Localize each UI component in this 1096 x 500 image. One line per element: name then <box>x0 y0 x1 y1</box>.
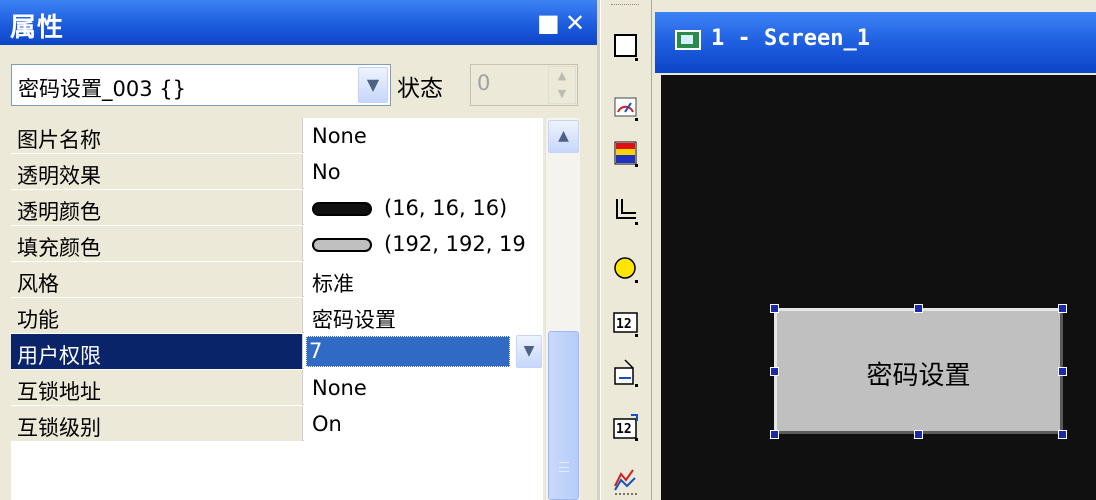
numeric-input-icon[interactable]: 12 <box>613 412 639 442</box>
property-row-transparent-color[interactable]: 透明颜色 (16, 16, 16) <box>11 190 543 225</box>
properties-title-bar[interactable]: 属性 ■ ✕ <box>0 0 597 45</box>
property-name: 透明效果 <box>17 164 101 188</box>
scrollbar-thumb[interactable] <box>548 331 579 500</box>
property-row-fill-color[interactable]: 填充颜色 (192, 192, 19 <box>11 226 543 261</box>
property-value: None <box>312 124 367 148</box>
properties-body: 密码设置_003 {} ▼ 状态 0 ▲ ▼ 图片名称 None 透明效果 No… <box>8 45 588 500</box>
lamp-icon[interactable] <box>613 254 639 284</box>
gauge-icon[interactable] <box>613 92 639 122</box>
property-name: 互锁地址 <box>17 380 101 404</box>
resize-handle-left[interactable] <box>770 367 779 376</box>
property-row-interlock-level[interactable]: 互锁级别 On <box>11 406 543 441</box>
spin-up-icon[interactable]: ▲ <box>549 67 575 85</box>
property-name: 互锁级别 <box>17 416 101 440</box>
spinner-buttons[interactable]: ▲ ▼ <box>548 66 576 104</box>
button-label: 密码设置 <box>866 361 971 391</box>
color-swatch[interactable] <box>312 202 372 216</box>
screen-title: 1 - Screen_1 <box>711 26 870 51</box>
svg-text:12: 12 <box>616 422 632 437</box>
color-swatch[interactable] <box>312 238 372 252</box>
property-value: (192, 192, 19 <box>384 232 526 256</box>
resize-handle-bottom-left[interactable] <box>770 430 779 439</box>
toolbar-grip[interactable] <box>611 4 639 8</box>
property-value: 7 <box>309 339 323 363</box>
property-row-function[interactable]: 功能 密码设置 <box>11 298 543 333</box>
properties-panel: 属性 ■ ✕ 密码设置_003 {} ▼ 状态 0 ▲ ▼ 图片名称 None … <box>0 0 597 500</box>
property-grid: 图片名称 None 透明效果 No 透明颜色 (16, 16, 16) 填充颜色… <box>11 118 543 500</box>
trend-graph-icon[interactable] <box>613 466 639 496</box>
property-row-user-permission[interactable]: 用户权限 7 ▼ <box>11 334 543 369</box>
property-name: 用户权限 <box>17 344 101 368</box>
resize-handle-right[interactable] <box>1058 367 1067 376</box>
property-value: None <box>312 376 367 400</box>
property-grid-scrollbar[interactable]: ▲ <box>545 118 580 500</box>
state-value: 0 <box>477 71 491 95</box>
property-value: 密码设置 <box>312 308 396 332</box>
permission-dropdown-value[interactable]: 7 <box>306 336 510 367</box>
screen-editor-window: 1 - Screen_1 密码设置 <box>652 0 1096 500</box>
resize-handle-top[interactable] <box>914 304 923 313</box>
property-value: On <box>312 412 342 436</box>
spin-down-icon[interactable]: ▼ <box>549 85 575 103</box>
properties-title: 属性 <box>10 13 65 43</box>
property-name: 风格 <box>17 272 59 296</box>
property-value: No <box>312 160 341 184</box>
property-row-interlock-address[interactable]: 互锁地址 None <box>11 370 543 405</box>
grip-icon <box>559 462 569 472</box>
app-window: { "properties_panel": { "title": "属性", "… <box>0 0 1096 500</box>
chevron-down-icon[interactable]: ▼ <box>358 67 388 103</box>
resize-handle-bottom-right[interactable] <box>1058 430 1067 439</box>
property-name: 功能 <box>17 308 59 332</box>
numeric-display-icon[interactable]: 12 <box>613 308 639 338</box>
property-value: (16, 16, 16) <box>384 196 508 220</box>
scroll-up-icon[interactable]: ▲ <box>548 120 579 153</box>
property-name: 透明颜色 <box>17 200 101 224</box>
property-value: 标准 <box>312 272 354 296</box>
property-row-transparent-effect[interactable]: 透明效果 No <box>11 154 543 189</box>
property-name: 填充颜色 <box>17 236 101 260</box>
screen-canvas[interactable]: 密码设置 <box>661 75 1096 500</box>
resize-handle-bottom[interactable] <box>914 430 923 439</box>
object-selector-combo[interactable]: 密码设置_003 {} ▼ <box>11 64 391 106</box>
screen-icon <box>675 30 701 50</box>
pipe-icon[interactable] <box>613 196 639 226</box>
password-setting-button[interactable]: 密码设置 <box>774 308 1063 434</box>
property-row-image-name[interactable]: 图片名称 None <box>11 118 543 153</box>
object-selector-value: 密码设置_003 {} <box>18 77 186 101</box>
screen-title-bar[interactable]: 1 - Screen_1 <box>655 12 1096 73</box>
close-icon[interactable]: ✕ <box>565 11 585 35</box>
bar-graph-icon[interactable] <box>613 138 639 168</box>
object-toolbar: 12 12 <box>600 0 652 500</box>
state-label: 状态 <box>397 76 443 102</box>
data-entry-icon[interactable] <box>613 358 639 388</box>
resize-handle-top-right[interactable] <box>1058 304 1067 313</box>
maximize-icon[interactable]: ■ <box>537 11 560 35</box>
property-name: 图片名称 <box>17 128 101 152</box>
chevron-down-icon[interactable]: ▼ <box>516 335 542 368</box>
rectangle-icon[interactable] <box>613 32 639 62</box>
resize-handle-top-left[interactable] <box>770 304 779 313</box>
property-row-style[interactable]: 风格 标准 <box>11 262 543 297</box>
svg-text:12: 12 <box>616 317 632 332</box>
state-spinner[interactable]: 0 ▲ ▼ <box>470 64 578 106</box>
